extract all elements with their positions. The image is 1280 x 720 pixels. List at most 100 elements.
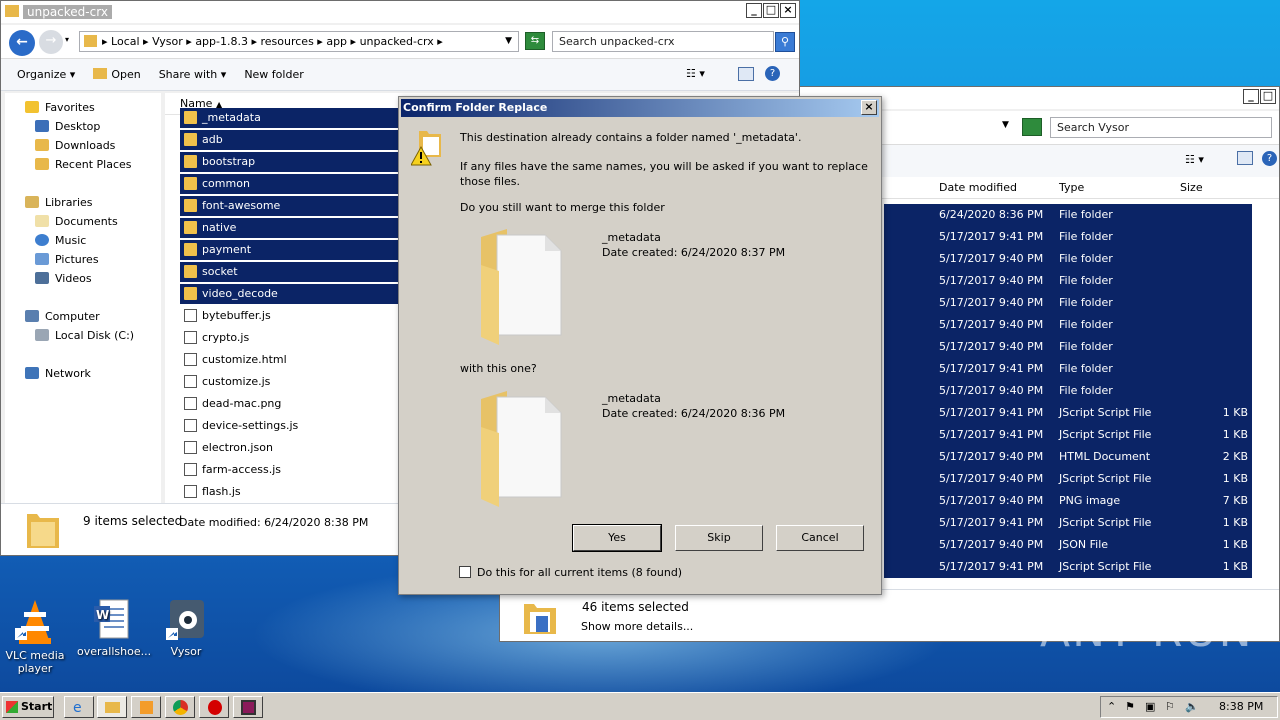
nav-downloads[interactable]: Downloads xyxy=(35,137,115,155)
chevron-down-icon[interactable]: ▼ xyxy=(505,32,512,51)
taskbar-archive-button[interactable] xyxy=(233,696,263,718)
list-item[interactable]: payment xyxy=(180,240,398,260)
nav-documents[interactable]: Documents xyxy=(35,213,118,231)
breadcrumb-local[interactable]: Local xyxy=(111,35,140,48)
table-row[interactable]: 5/17/2017 9:40 PM JScript Script File 1 KB xyxy=(884,468,1252,490)
volume-icon[interactable]: 🔈 xyxy=(1185,700,1199,713)
table-row[interactable]: 5/17/2017 9:40 PM PNG image 7 KB xyxy=(884,490,1252,512)
table-row[interactable]: 5/17/2017 9:41 PM JScript Script File 1 KB xyxy=(884,556,1252,578)
table-row[interactable]: 5/17/2017 9:40 PM File folder xyxy=(884,292,1252,314)
maximize-button[interactable]: □ xyxy=(763,3,779,18)
refresh-icon[interactable] xyxy=(1022,118,1042,136)
taskbar-chrome-button[interactable] xyxy=(165,696,195,718)
nav-libraries[interactable]: Libraries xyxy=(25,194,93,212)
taskbar-opera-button[interactable] xyxy=(199,696,229,718)
desktop-icon-vlc[interactable]: VLC media player xyxy=(0,598,70,675)
list-item[interactable]: customize.html xyxy=(180,350,287,370)
list-item[interactable]: device-settings.js xyxy=(180,416,298,436)
back-button[interactable]: ← xyxy=(9,30,35,56)
skip-button[interactable]: Skip xyxy=(675,525,763,551)
list-item[interactable]: video_decode xyxy=(180,284,398,304)
list-item[interactable]: adb xyxy=(180,130,398,150)
help-icon[interactable]: ? xyxy=(1262,151,1277,166)
preview-pane-icon[interactable] xyxy=(738,67,754,81)
table-row[interactable]: 5/17/2017 9:40 PM File folder xyxy=(884,248,1252,270)
list-item[interactable]: _metadata xyxy=(180,108,398,128)
share-with-menu[interactable]: Share with ▾ xyxy=(159,68,227,81)
list-item[interactable]: common xyxy=(180,174,398,194)
nav-music[interactable]: Music xyxy=(35,232,86,250)
desktop-icon-vysor[interactable]: Vysor xyxy=(151,598,221,658)
list-item[interactable]: bytebuffer.js xyxy=(180,306,271,326)
breadcrumb-app[interactable]: app xyxy=(326,35,347,48)
list-item[interactable]: flash.js xyxy=(180,482,241,502)
table-row[interactable]: 5/17/2017 9:41 PM JScript Script File 1 KB xyxy=(884,512,1252,534)
list-item[interactable]: font-awesome xyxy=(180,196,398,216)
search-input[interactable]: Search unpacked-crx xyxy=(552,31,774,52)
view-options-icon[interactable]: ☷ ▾ xyxy=(1185,153,1204,166)
table-row[interactable]: 5/17/2017 9:40 PM File folder xyxy=(884,336,1252,358)
network-tray-icon[interactable]: ▣ xyxy=(1145,700,1155,713)
maximize-button[interactable]: □ xyxy=(1260,89,1276,104)
breadcrumb[interactable]: ▸ Local ▸ Vysor ▸ app-1.8.3 ▸ resources … xyxy=(79,31,519,52)
nav-pictures[interactable]: Pictures xyxy=(35,251,99,269)
breadcrumb-vysor[interactable]: Vysor xyxy=(152,35,183,48)
action-center-icon[interactable]: ⚐ xyxy=(1165,700,1175,713)
table-row[interactable]: 5/17/2017 9:40 PM HTML Document 2 KB xyxy=(884,446,1252,468)
forward-button[interactable]: → xyxy=(39,30,63,54)
nav-recent-places[interactable]: Recent Places xyxy=(35,156,132,174)
nav-computer[interactable]: Computer xyxy=(25,308,100,326)
minimize-button[interactable]: _ xyxy=(1243,89,1259,104)
column-date-modified[interactable]: Date modified xyxy=(939,181,1017,194)
nav-favorites[interactable]: Favorites xyxy=(25,99,95,117)
close-button[interactable]: × xyxy=(780,3,796,18)
recent-pages-chevron-icon[interactable]: ▾ xyxy=(65,35,69,44)
search-icon[interactable]: ⚲ xyxy=(775,32,795,52)
breadcrumb-unpacked-crx[interactable]: unpacked-crx xyxy=(360,35,434,48)
dialog-close-button[interactable]: × xyxy=(861,100,877,115)
nav-local-disk[interactable]: Local Disk (C:) xyxy=(35,327,134,345)
table-row[interactable]: 5/17/2017 9:40 PM File folder xyxy=(884,270,1252,292)
breadcrumb-resources[interactable]: resources xyxy=(261,35,314,48)
show-more-details-link[interactable]: Show more details... xyxy=(581,620,693,633)
list-item[interactable]: socket xyxy=(180,262,398,282)
yes-button[interactable]: Yes xyxy=(572,524,662,552)
table-row[interactable]: 6/24/2020 8:36 PM File folder xyxy=(884,204,1252,226)
taskbar-ie-button[interactable]: e xyxy=(64,696,94,718)
list-item[interactable]: crypto.js xyxy=(180,328,249,348)
list-item[interactable]: electron.json xyxy=(180,438,273,458)
table-row[interactable]: 5/17/2017 9:41 PM JScript Script File 1 KB xyxy=(884,424,1252,446)
start-button[interactable]: Start xyxy=(2,696,54,718)
table-row[interactable]: 5/17/2017 9:41 PM File folder xyxy=(884,358,1252,380)
column-type[interactable]: Type xyxy=(1059,181,1084,194)
list-item[interactable]: native xyxy=(180,218,398,238)
desktop-icon-word-doc[interactable]: W overallshoe... xyxy=(77,598,151,658)
breadcrumb-app-version[interactable]: app-1.8.3 xyxy=(195,35,248,48)
table-row[interactable]: 5/17/2017 9:40 PM JSON File 1 KB xyxy=(884,534,1252,556)
chevron-down-icon[interactable]: ▼ xyxy=(1002,120,1009,130)
table-row[interactable]: 5/17/2017 9:40 PM File folder xyxy=(884,314,1252,336)
preview-pane-icon[interactable] xyxy=(1237,151,1253,165)
list-item[interactable]: bootstrap xyxy=(180,152,398,172)
taskbar-media-button[interactable] xyxy=(131,696,161,718)
table-row[interactable]: 5/17/2017 9:41 PM JScript Script File 1 KB xyxy=(884,402,1252,424)
table-row[interactable]: 5/17/2017 9:41 PM File folder xyxy=(884,226,1252,248)
taskbar-explorer-button[interactable] xyxy=(97,696,127,718)
search-input[interactable]: Search Vysor xyxy=(1050,117,1272,138)
view-options-icon[interactable]: ☷ ▾ xyxy=(686,67,705,80)
organize-menu[interactable]: Organize ▾ xyxy=(17,68,75,81)
column-size[interactable]: Size xyxy=(1180,181,1203,194)
open-button[interactable]: Open xyxy=(93,68,141,81)
show-hidden-icons[interactable]: ⌃ xyxy=(1107,700,1116,713)
new-folder-button[interactable]: New folder xyxy=(244,68,303,81)
flag-icon[interactable]: ⚑ xyxy=(1125,700,1135,713)
table-row[interactable]: 5/17/2017 9:40 PM File folder xyxy=(884,380,1252,402)
cancel-button[interactable]: Cancel xyxy=(776,525,864,551)
nav-desktop[interactable]: Desktop xyxy=(35,118,100,136)
list-item[interactable]: customize.js xyxy=(180,372,270,392)
clock[interactable]: 8:38 PM xyxy=(1219,700,1263,713)
nav-network[interactable]: Network xyxy=(25,365,91,383)
nav-videos[interactable]: Videos xyxy=(35,270,92,288)
list-item[interactable]: dead-mac.png xyxy=(180,394,281,414)
do-for-all-checkbox[interactable] xyxy=(459,566,471,578)
